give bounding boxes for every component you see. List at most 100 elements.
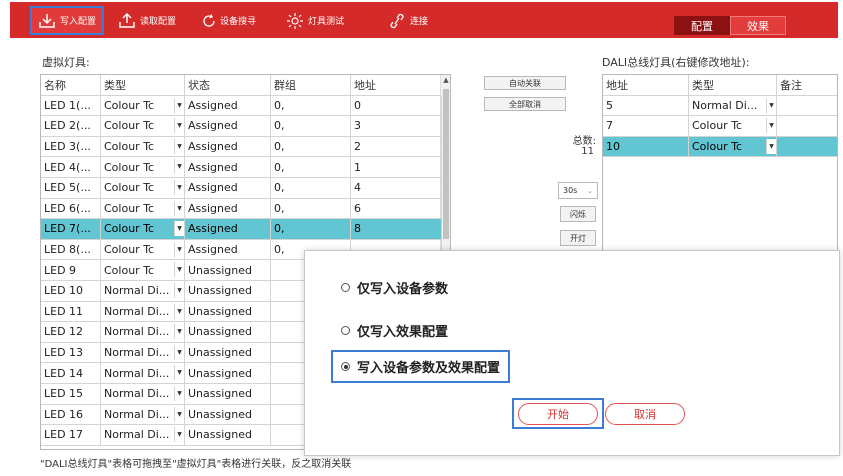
toolbar: 写入配置 读取配置 设备搜寻 灯具测试 连接 配置 效果 [10, 2, 838, 38]
dropdown-arrow-icon[interactable]: ▼ [174, 138, 184, 154]
table-row[interactable]: LED 1(... Colour Tc ▼ Assigned 0, 0 [41, 95, 442, 117]
cell-type[interactable]: Colour Tc ▼ [689, 116, 777, 137]
dropdown-arrow-icon[interactable]: ▼ [174, 324, 184, 340]
cell-type[interactable]: Normal Di... ▼ [101, 384, 185, 405]
tab-effect[interactable]: 效果 [730, 16, 786, 35]
write-config-button[interactable]: 写入配置 [30, 6, 105, 35]
tab-config-label: 配置 [691, 19, 713, 33]
cell-type[interactable]: Colour Tc ▼ [689, 136, 777, 158]
dropdown-arrow-icon[interactable]: ▼ [174, 221, 184, 237]
cell-type[interactable]: Colour Tc ▼ [101, 219, 185, 240]
cell-type[interactable]: Colour Tc ▼ [101, 116, 185, 137]
dropdown-arrow-icon[interactable]: ▼ [766, 138, 776, 154]
dropdown-arrow-icon[interactable]: ▼ [174, 427, 184, 443]
start-button[interactable]: 开始 [518, 403, 598, 425]
dropdown-arrow-icon[interactable]: ▼ [174, 303, 184, 319]
cell-type[interactable]: Colour Tc ▼ [101, 198, 185, 220]
cell-type[interactable]: Colour Tc ▼ [101, 136, 185, 158]
cell-type[interactable]: Normal Di... ▼ [101, 281, 185, 302]
table-row[interactable]: LED 6(... Colour Tc ▼ Assigned 0, 6 [41, 198, 442, 220]
dropdown-arrow-icon[interactable]: ▼ [174, 283, 184, 298]
cell-type-text: Colour Tc [104, 201, 155, 215]
table-row[interactable]: 7 Colour Tc ▼ [603, 116, 837, 137]
radio-device-and-effect[interactable] [341, 362, 350, 371]
cell-name-text: LED 17 [44, 428, 84, 442]
dropdown-arrow-icon[interactable]: ▼ [174, 97, 184, 113]
dropdown-arrow-icon[interactable]: ▼ [174, 241, 184, 257]
cell-type[interactable]: Colour Tc ▼ [101, 260, 185, 281]
virtual-header-row: 名称 类型 状态 群组 地址 [41, 75, 442, 96]
table-row[interactable]: LED 7(... Colour Tc ▼ Assigned 0, 8 [41, 219, 442, 240]
flash-button[interactable]: 闪烁 [560, 206, 596, 222]
read-config-button[interactable]: 读取配置 [118, 6, 176, 35]
dropdown-arrow-icon[interactable]: ▼ [766, 118, 776, 134]
column-header-group[interactable]: 群组 [271, 75, 351, 96]
column-header-type[interactable]: 类型 [689, 75, 777, 96]
cell-type[interactable]: Colour Tc ▼ [101, 178, 185, 199]
cell-type[interactable]: Normal Di... ▼ [101, 322, 185, 343]
column-header-name[interactable]: 名称 [41, 75, 101, 96]
cell-address: 5 [603, 95, 689, 117]
cell-remark [777, 116, 837, 137]
cell-type[interactable]: Colour Tc ▼ [101, 239, 185, 261]
option-device-params-label: 仅写入设备参数 [357, 282, 449, 297]
lamp-test-button[interactable]: 灯具测试 [286, 6, 344, 35]
cell-address-text: 6 [354, 201, 361, 215]
cell-type[interactable]: Normal Di... ▼ [101, 301, 185, 323]
link-icon [390, 13, 404, 28]
chevron-down-icon: ⌄ [587, 186, 593, 195]
dropdown-arrow-icon[interactable]: ▼ [174, 180, 184, 195]
cell-name-text: LED 9 [44, 263, 77, 277]
radio-effect-config[interactable] [341, 326, 350, 335]
column-header-type[interactable]: 类型 [101, 75, 185, 96]
table-row[interactable]: 10 Colour Tc ▼ [603, 136, 837, 158]
dropdown-arrow-icon[interactable]: ▼ [766, 97, 776, 113]
cell-type[interactable]: Colour Tc ▼ [101, 157, 185, 178]
option-effect-config[interactable]: 仅写入效果配置 [341, 321, 448, 340]
column-header-status[interactable]: 状态 [185, 75, 271, 96]
scroll-thumb[interactable] [443, 89, 449, 239]
cell-status: Unassigned [185, 260, 271, 281]
column-header-remark[interactable]: 备注 [777, 75, 837, 96]
table-row[interactable]: LED 2(... Colour Tc ▼ Assigned 0, 3 [41, 116, 442, 137]
table-row[interactable]: LED 5(... Colour Tc ▼ Assigned 0, 4 [41, 178, 442, 199]
cell-type[interactable]: Colour Tc ▼ [101, 95, 185, 117]
table-row[interactable]: LED 4(... Colour Tc ▼ Assigned 0, 1 [41, 157, 442, 178]
cell-type[interactable]: Normal Di... ▼ [689, 95, 777, 117]
interval-select[interactable]: 30s ⌄ [558, 182, 598, 199]
column-header-address[interactable]: 地址 [603, 75, 689, 96]
unlink-all-button[interactable]: 全部取消 [484, 97, 566, 111]
cell-type[interactable]: Normal Di... ▼ [101, 425, 185, 446]
option-device-params[interactable]: 仅写入设备参数 [341, 278, 448, 297]
tab-config[interactable]: 配置 [674, 16, 730, 35]
dropdown-arrow-icon[interactable]: ▼ [174, 406, 184, 422]
column-header-address[interactable]: 地址 [351, 75, 442, 96]
cell-group: 0, [271, 136, 351, 158]
dropdown-arrow-icon[interactable]: ▼ [174, 344, 184, 360]
table-row[interactable]: LED 3(... Colour Tc ▼ Assigned 0, 2 [41, 136, 442, 158]
dali-lamps-title: DALI总线灯具(右键修改地址): [602, 56, 750, 69]
cell-type[interactable]: Normal Di... ▼ [101, 404, 185, 426]
dropdown-arrow-icon[interactable]: ▼ [174, 262, 184, 278]
lamp-on-button[interactable]: 开灯 [560, 230, 596, 246]
cell-address: 7 [603, 116, 689, 137]
radio-device-params[interactable] [341, 283, 350, 292]
auto-link-button[interactable]: 自动关联 [484, 76, 566, 90]
dropdown-arrow-icon[interactable]: ▼ [174, 200, 184, 216]
dropdown-arrow-icon[interactable]: ▼ [174, 118, 184, 134]
cell-name-text: LED 1(... [44, 98, 91, 112]
connect-button[interactable]: 连接 [388, 6, 428, 35]
cell-status: Unassigned [185, 342, 271, 364]
cell-type-text: Colour Tc [692, 119, 743, 133]
dropdown-arrow-icon[interactable]: ▼ [174, 386, 184, 401]
cell-name-text: LED 15 [44, 387, 84, 401]
table-row[interactable]: 5 Normal Di... ▼ [603, 95, 837, 117]
cancel-button[interactable]: 取消 [605, 403, 685, 425]
device-search-button[interactable]: 设备搜寻 [202, 6, 256, 35]
scroll-up-icon[interactable]: ▲ [441, 76, 450, 84]
dropdown-arrow-icon[interactable]: ▼ [174, 365, 184, 381]
option-device-and-effect[interactable]: 写入设备参数及效果配置 [331, 350, 511, 383]
dropdown-arrow-icon[interactable]: ▼ [174, 159, 184, 175]
cell-type[interactable]: Normal Di... ▼ [101, 363, 185, 384]
cell-type[interactable]: Normal Di... ▼ [101, 342, 185, 364]
